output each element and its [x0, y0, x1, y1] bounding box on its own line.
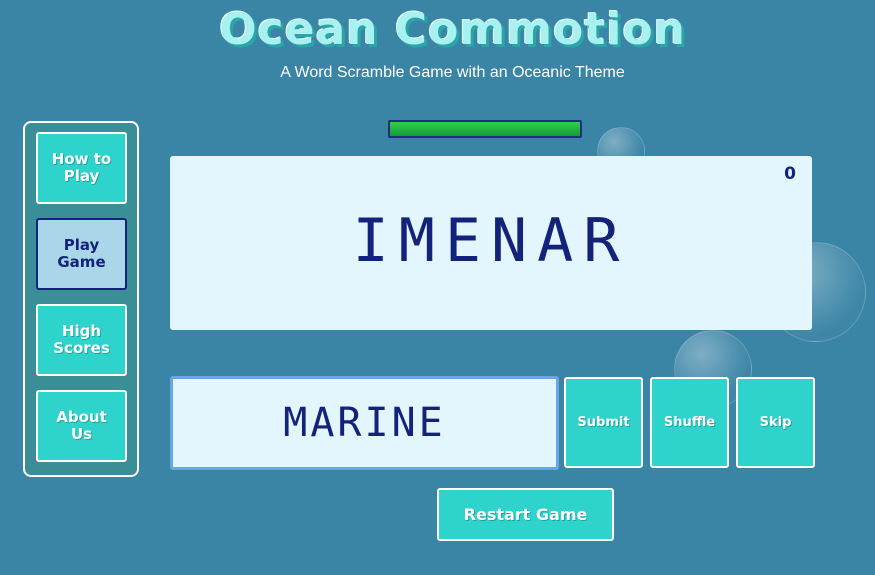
timer-bar: [388, 120, 582, 138]
game-title: Ocean Commotion: [219, 4, 686, 55]
game-subtitle: A Word Scramble Game with an Oceanic The…: [280, 64, 625, 81]
sidebar-item-about-us[interactable]: About Us: [36, 390, 127, 462]
shuffle-button[interactable]: Shuffle: [650, 377, 729, 468]
answer-input[interactable]: [170, 376, 559, 470]
scrambled-word-panel: 0 IMENAR: [170, 156, 812, 330]
submit-button[interactable]: Submit: [564, 377, 643, 468]
sidebar-item-high-scores[interactable]: High Scores: [36, 304, 127, 376]
timer-bar-fill: [390, 122, 580, 136]
sidebar-item-how-to-play[interactable]: How to Play: [36, 132, 127, 204]
skip-button[interactable]: Skip: [736, 377, 815, 468]
restart-game-button[interactable]: Restart Game: [437, 488, 614, 541]
sidebar-nav: How to Play Play Game High Scores About …: [23, 121, 139, 477]
sidebar-item-play-game[interactable]: Play Game: [36, 218, 127, 290]
score-counter: 0: [784, 164, 796, 184]
scrambled-word: IMENAR: [352, 206, 630, 276]
